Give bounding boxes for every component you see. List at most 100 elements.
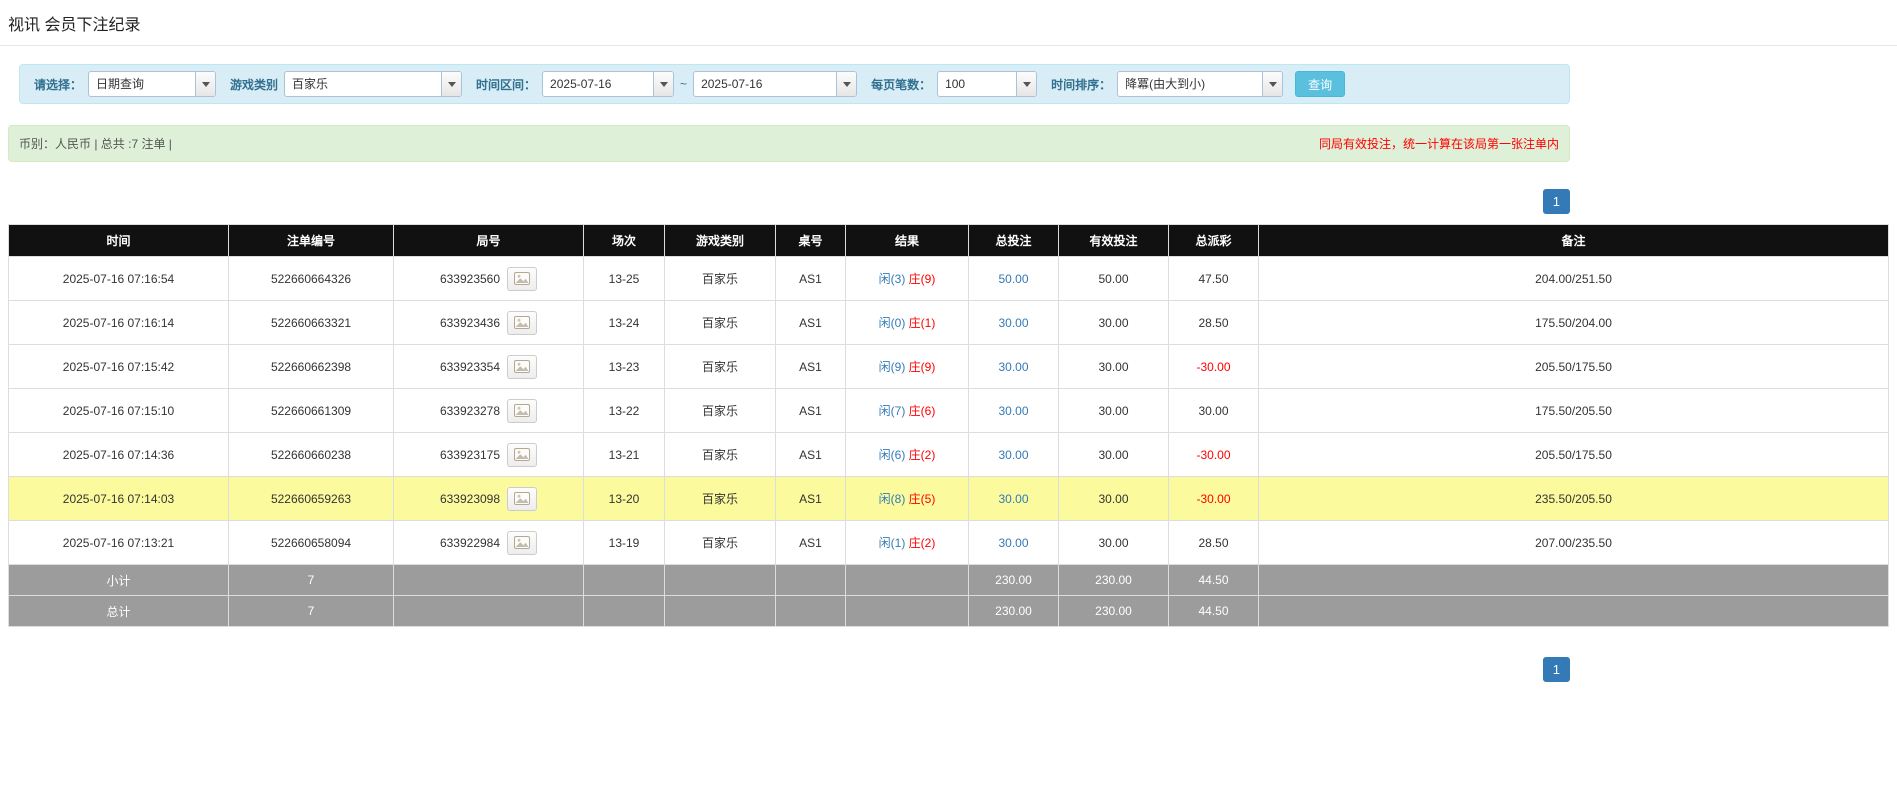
cell-table-no: AS1 <box>776 477 846 521</box>
cell-round-id: 633923354 <box>394 345 584 389</box>
cell-result: 闲(0) 庄(1) <box>846 301 969 345</box>
cell-bet-id: 522660661309 <box>229 389 394 433</box>
cell-session: 13-24 <box>584 301 665 345</box>
date-from-value[interactable]: 2025-07-16 <box>543 72 653 96</box>
chevron-down-icon[interactable] <box>441 72 461 96</box>
cell-remark: 175.50/205.50 <box>1259 389 1889 433</box>
cell-total-bet: 30.00 <box>969 345 1059 389</box>
cell-game-type: 百家乐 <box>665 301 776 345</box>
cell-round-id: 633923560 <box>394 257 584 301</box>
cell-bet-id: 522660658094 <box>229 521 394 565</box>
select-type-combobox[interactable]: 日期查询 <box>88 71 216 97</box>
round-result-image-button[interactable] <box>507 355 537 379</box>
table-footer: 小计 7 230.00 230.00 44.50 总计 7 230.00 230… <box>9 565 1889 627</box>
chevron-down-icon[interactable] <box>836 72 856 96</box>
currency-total-text: 币别：人民币 | 总共 :7 注单 | <box>19 135 172 152</box>
cell-time: 2025-07-16 07:14:03 <box>9 477 229 521</box>
cell-total-bet: 30.00 <box>969 477 1059 521</box>
round-id-text: 633923354 <box>440 360 500 374</box>
column-header: 结果 <box>846 225 969 257</box>
cell-bet-id: 522660659263 <box>229 477 394 521</box>
cell-game-type: 百家乐 <box>665 345 776 389</box>
cell-session: 13-19 <box>584 521 665 565</box>
page-size-value[interactable]: 100 <box>938 72 1016 96</box>
cell-time: 2025-07-16 07:14:36 <box>9 433 229 477</box>
page-1-button[interactable]: 1 <box>1543 657 1570 682</box>
total-bet-link[interactable]: 30.00 <box>998 536 1028 550</box>
cell-result: 闲(9) 庄(9) <box>846 345 969 389</box>
date-to-value[interactable]: 2025-07-16 <box>694 72 836 96</box>
total-bet-link[interactable]: 30.00 <box>998 316 1028 330</box>
cell-total-bet: 50.00 <box>969 257 1059 301</box>
cell-total-bet: 30.00 <box>969 521 1059 565</box>
cell-session: 13-20 <box>584 477 665 521</box>
chevron-down-icon[interactable] <box>195 72 215 96</box>
page-size-label: 每页笔数： <box>871 76 931 93</box>
footer-valid-bet: 230.00 <box>1059 596 1169 627</box>
select-type-value[interactable]: 日期查询 <box>89 72 195 96</box>
result-player: 闲(9) <box>879 360 906 374</box>
sort-order-value[interactable]: 降冪(由大到小) <box>1118 72 1262 96</box>
round-result-image-button[interactable] <box>507 531 537 555</box>
round-result-image-button[interactable] <box>507 399 537 423</box>
cell-remark: 175.50/204.00 <box>1259 301 1889 345</box>
page-1-button[interactable]: 1 <box>1543 189 1570 214</box>
footer-empty <box>1259 565 1889 596</box>
footer-total-bet: 230.00 <box>969 596 1059 627</box>
game-type-combobox[interactable]: 百家乐 <box>284 71 462 97</box>
cell-valid-bet: 30.00 <box>1059 433 1169 477</box>
cell-game-type: 百家乐 <box>665 433 776 477</box>
table-row: 2025-07-16 07:15:10 522660661309 6339232… <box>9 389 1889 433</box>
table-body: 2025-07-16 07:16:54 522660664326 6339235… <box>9 257 1889 565</box>
total-bet-link[interactable]: 30.00 <box>998 360 1028 374</box>
page-size-combobox[interactable]: 100 <box>937 71 1037 97</box>
column-header: 注单编号 <box>229 225 394 257</box>
footer-empty <box>584 596 665 627</box>
round-result-image-button[interactable] <box>507 487 537 511</box>
payout-value: 28.50 <box>1198 536 1228 550</box>
summary-bar: 币别：人民币 | 总共 :7 注单 | 同局有效投注，统一计算在该局第一张注单内 <box>8 125 1570 162</box>
footer-label: 小计 <box>9 565 229 596</box>
total-bet-link[interactable]: 30.00 <box>998 492 1028 506</box>
picture-icon <box>514 272 530 285</box>
result-banker: 庄(9) <box>909 360 936 374</box>
chevron-down-icon[interactable] <box>653 72 673 96</box>
bet-records-table-wrap: 时间注单编号局号场次游戏类别桌号结果总投注有效投注总派彩备注 2025-07-1… <box>8 224 1889 627</box>
result-player: 闲(1) <box>879 536 906 550</box>
date-to-picker[interactable]: 2025-07-16 <box>693 71 857 97</box>
date-from-picker[interactable]: 2025-07-16 <box>542 71 674 97</box>
filter-panel: 请选择： 日期查询 游戏类别 百家乐 时间区间： 2025-07-16 ~ 20… <box>19 64 1570 104</box>
result-player: 闲(8) <box>879 492 906 506</box>
cell-table-no: AS1 <box>776 521 846 565</box>
cell-table-no: AS1 <box>776 389 846 433</box>
cell-result: 闲(8) 庄(5) <box>846 477 969 521</box>
picture-icon <box>514 492 530 505</box>
cell-payout: 47.50 <box>1169 257 1259 301</box>
footer-empty <box>846 596 969 627</box>
footer-label: 总计 <box>9 596 229 627</box>
table-row: 2025-07-16 07:16:54 522660664326 6339235… <box>9 257 1889 301</box>
round-result-image-button[interactable] <box>507 443 537 467</box>
chevron-down-icon[interactable] <box>1016 72 1036 96</box>
footer-empty <box>665 596 776 627</box>
total-bet-link[interactable]: 30.00 <box>998 404 1028 418</box>
total-bet-link[interactable]: 50.00 <box>998 272 1028 286</box>
column-header: 有效投注 <box>1059 225 1169 257</box>
column-header: 桌号 <box>776 225 846 257</box>
chevron-down-icon[interactable] <box>1262 72 1282 96</box>
column-header: 总派彩 <box>1169 225 1259 257</box>
round-result-image-button[interactable] <box>507 267 537 291</box>
sort-order-combobox[interactable]: 降冪(由大到小) <box>1117 71 1283 97</box>
table-row: 2025-07-16 07:14:36 522660660238 6339231… <box>9 433 1889 477</box>
round-result-image-button[interactable] <box>507 311 537 335</box>
search-button[interactable]: 查询 <box>1295 71 1345 97</box>
column-header: 游戏类别 <box>665 225 776 257</box>
footer-payout: 44.50 <box>1169 596 1259 627</box>
cell-result: 闲(3) 庄(9) <box>846 257 969 301</box>
time-range-label: 时间区间： <box>476 76 536 93</box>
column-header: 场次 <box>584 225 665 257</box>
result-banker: 庄(5) <box>909 492 936 506</box>
table-row: 2025-07-16 07:13:21 522660658094 6339229… <box>9 521 1889 565</box>
game-type-value[interactable]: 百家乐 <box>285 72 441 96</box>
total-bet-link[interactable]: 30.00 <box>998 448 1028 462</box>
